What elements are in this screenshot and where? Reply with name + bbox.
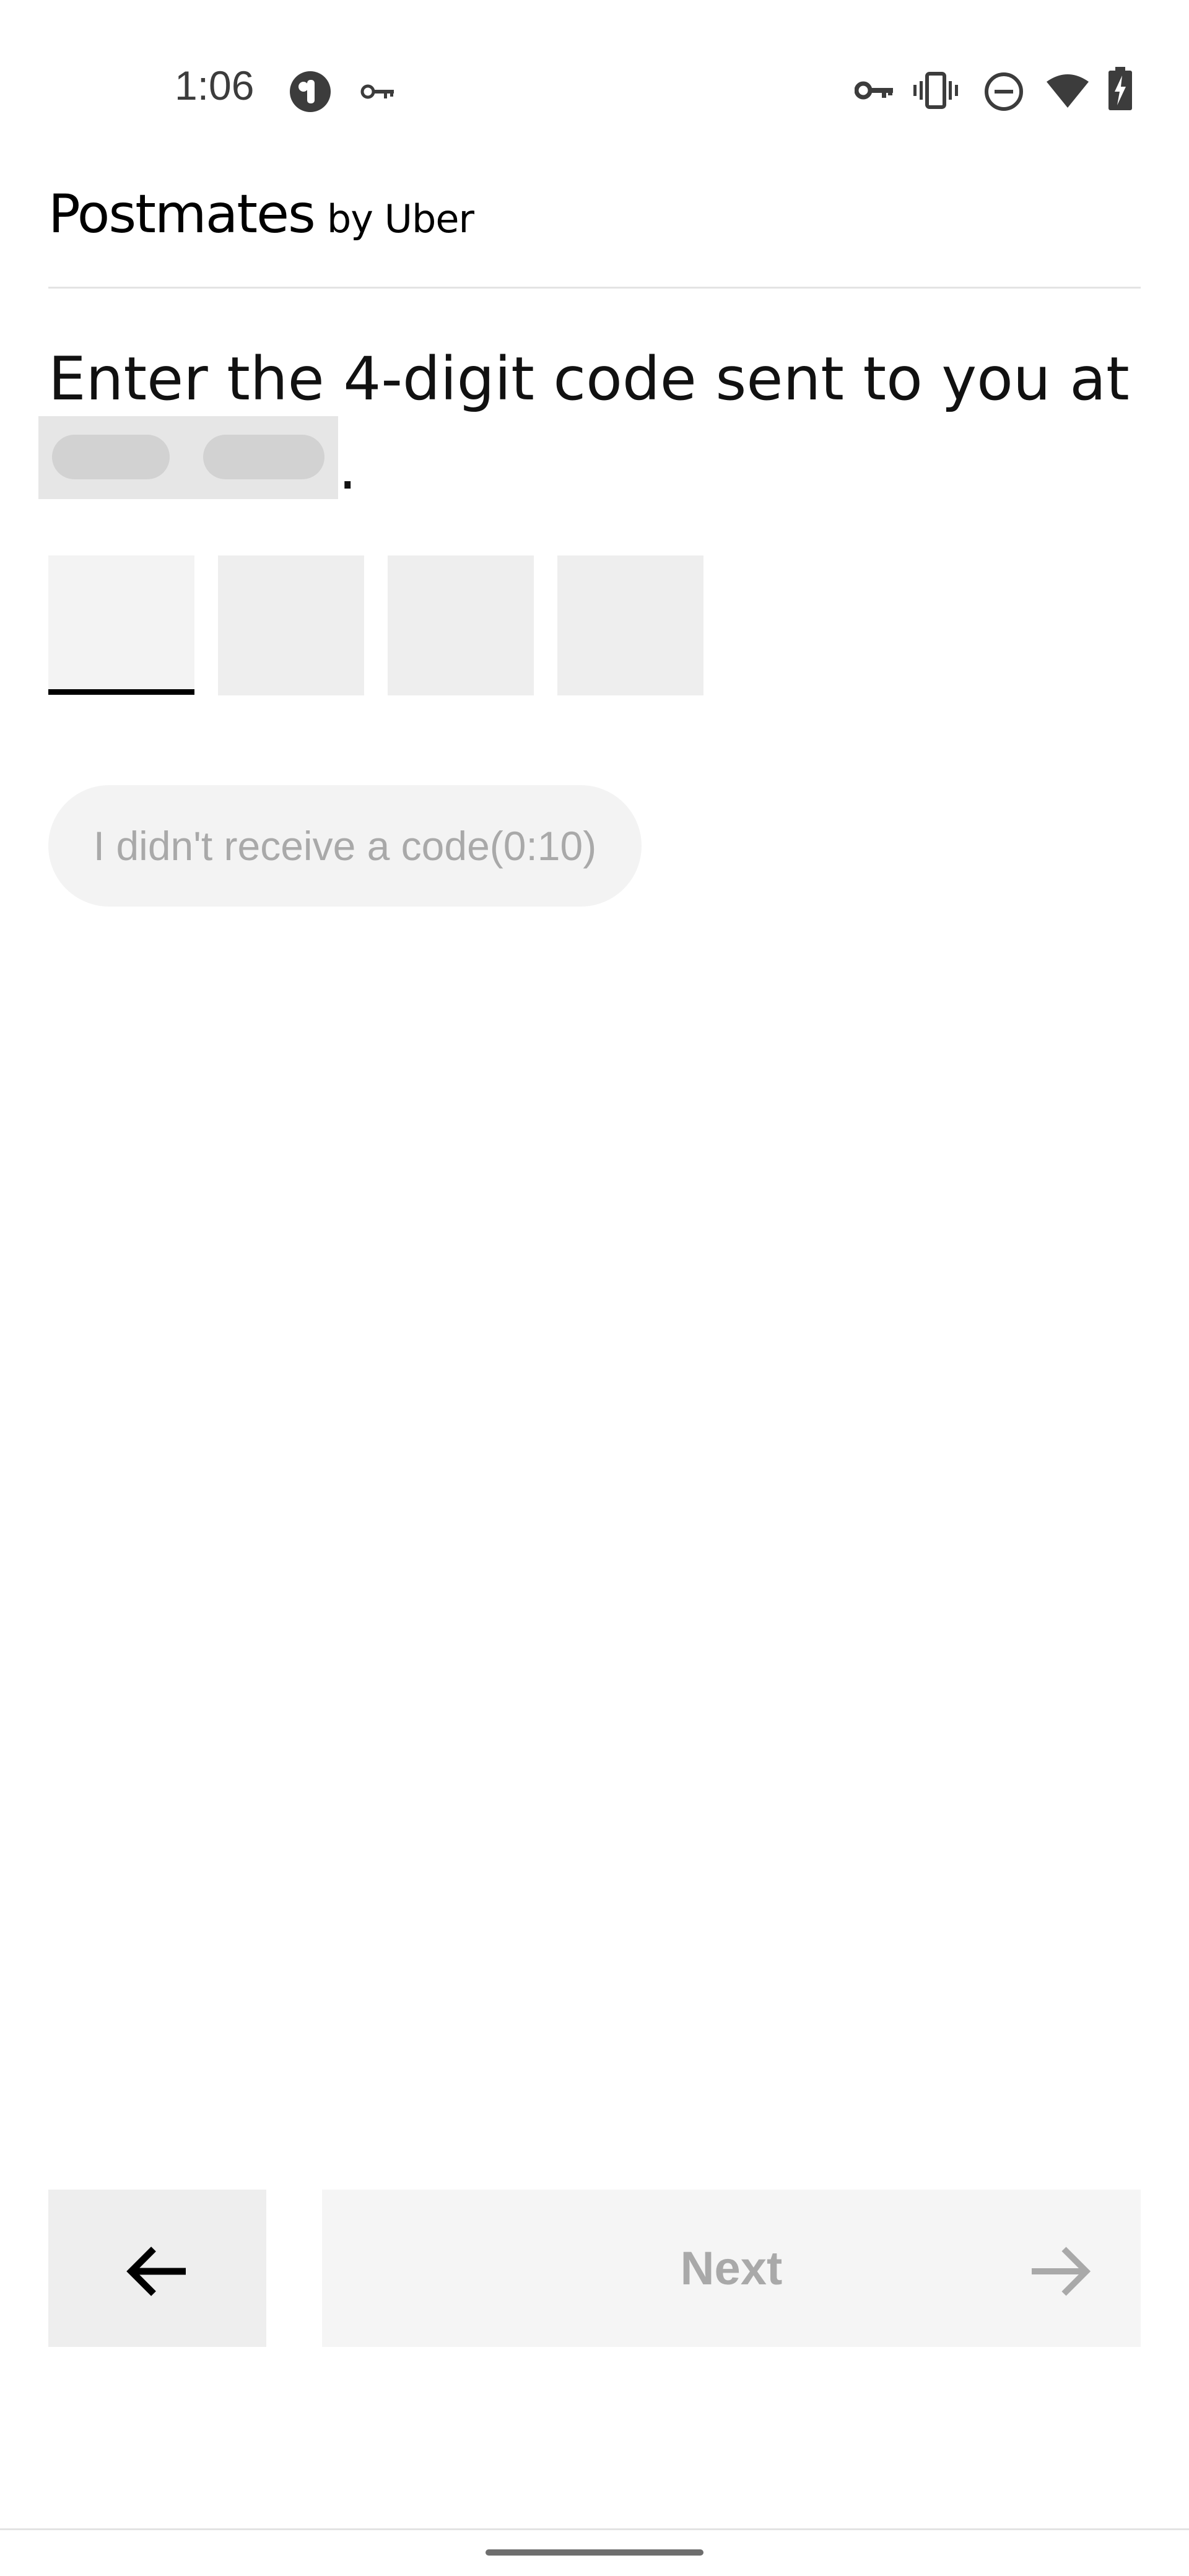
next-button-label: Next [680, 2242, 783, 2295]
brand-logo: Postmates by Uber [48, 183, 474, 245]
code-digit-2[interactable] [218, 555, 364, 695]
brand-name: Postmates [48, 183, 316, 245]
battery-charging-icon [1108, 67, 1132, 110]
key-icon [360, 84, 394, 99]
page-title: Enter the 4-digit code sent to you at [48, 344, 1130, 414]
vibrate-icon [913, 72, 958, 109]
next-button[interactable]: Next [322, 2190, 1141, 2347]
status-time: 1:06 [175, 63, 255, 108]
home-gesture-handle[interactable] [486, 2549, 703, 2556]
status-bar: 1:06 [0, 0, 1189, 186]
title-period: . [338, 433, 357, 503]
do-not-disturb-icon [985, 72, 1023, 111]
header-divider [48, 287, 1141, 289]
code-digit-3[interactable] [388, 555, 534, 695]
arrow-left-icon [126, 2247, 186, 2296]
vpn-key-icon [855, 81, 893, 100]
resend-code-label: I didn't receive a code(0:10) [93, 823, 597, 869]
app-notification-icon [290, 71, 331, 112]
code-digit-4[interactable] [557, 555, 703, 695]
back-button[interactable] [48, 2190, 266, 2347]
code-digit-1[interactable] [48, 555, 194, 695]
redacted-phone-number [38, 416, 338, 499]
resend-code-button[interactable]: I didn't receive a code(0:10) [48, 785, 642, 907]
brand-byline: by Uber [326, 196, 474, 242]
arrow-right-icon [1032, 2247, 1091, 2296]
wifi-icon [1047, 74, 1089, 108]
nav-bar-divider [0, 2528, 1189, 2530]
active-digit-underline [48, 689, 194, 695]
